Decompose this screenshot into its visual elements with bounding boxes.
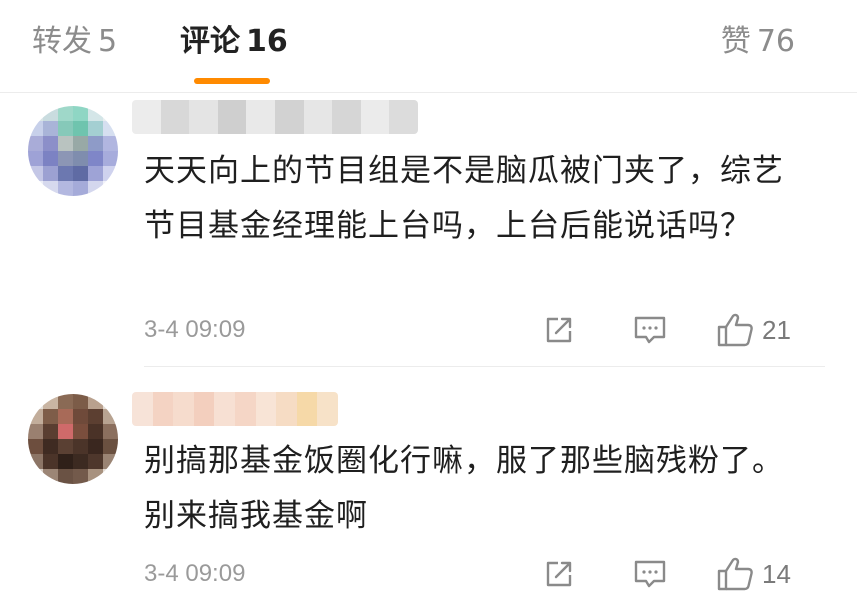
username-redacted[interactable]: [132, 392, 338, 426]
comment-timestamp: 3-4 09:09: [144, 560, 246, 587]
thumbs-up-icon: [717, 557, 753, 591]
comment-meta: 3-4 09:09 14: [144, 554, 797, 594]
tab-likes-label: 赞: [720, 24, 751, 59]
comment-text: 天天向上的节目组是不是脑瓜被门夹了，综艺节目基金经理能上台吗，上台后能说话吗？: [144, 153, 784, 244]
share-icon: [546, 561, 572, 587]
reply-button[interactable]: [632, 554, 668, 594]
like-button[interactable]: 21: [716, 310, 791, 350]
tab-reposts-label: 转发: [32, 24, 92, 59]
share-button[interactable]: [542, 310, 576, 350]
share-button[interactable]: [542, 554, 576, 594]
tab-likes[interactable]: 赞 76: [721, 22, 795, 62]
like-count: 14: [762, 558, 791, 589]
tab-comments-label: 评论: [180, 24, 240, 59]
tab-comments-count: 16: [246, 24, 288, 59]
comment-divider: [144, 366, 825, 367]
like-count: 21: [762, 314, 791, 345]
username-redacted[interactable]: [132, 100, 418, 134]
comment-meta: 3-4 09:09 21: [144, 310, 797, 350]
thumbs-up-icon: [717, 313, 753, 347]
share-icon: [546, 317, 572, 343]
avatar[interactable]: [28, 394, 118, 484]
tab-reposts-count: 5: [98, 24, 118, 59]
comment-timestamp: 3-4 09:09: [144, 316, 246, 343]
comment-icon: [634, 316, 666, 344]
active-tab-indicator: [194, 78, 270, 84]
tab-likes-count: 76: [756, 24, 795, 59]
comment-icon: [634, 560, 666, 588]
like-button[interactable]: 14: [716, 554, 791, 594]
tab-bar: 转发 5 评论 16 赞 76: [0, 0, 857, 93]
tab-reposts[interactable]: 转发 5: [32, 22, 117, 62]
avatar[interactable]: [28, 106, 118, 196]
reply-button[interactable]: [632, 310, 668, 350]
comment-text: 别搞那基金饭圈化行嘛，服了那些脑残粉了。别来搞我基金啊: [144, 443, 784, 534]
comment-item: 天天向上的节目组是不是脑瓜被门夹了，综艺节目基金经理能上台吗，上台后能说话吗？ …: [0, 92, 857, 366]
comment-item: 别搞那基金饭圈化行嘛，服了那些脑残粉了。别来搞我基金啊 3-4 09:09 14: [0, 368, 857, 603]
